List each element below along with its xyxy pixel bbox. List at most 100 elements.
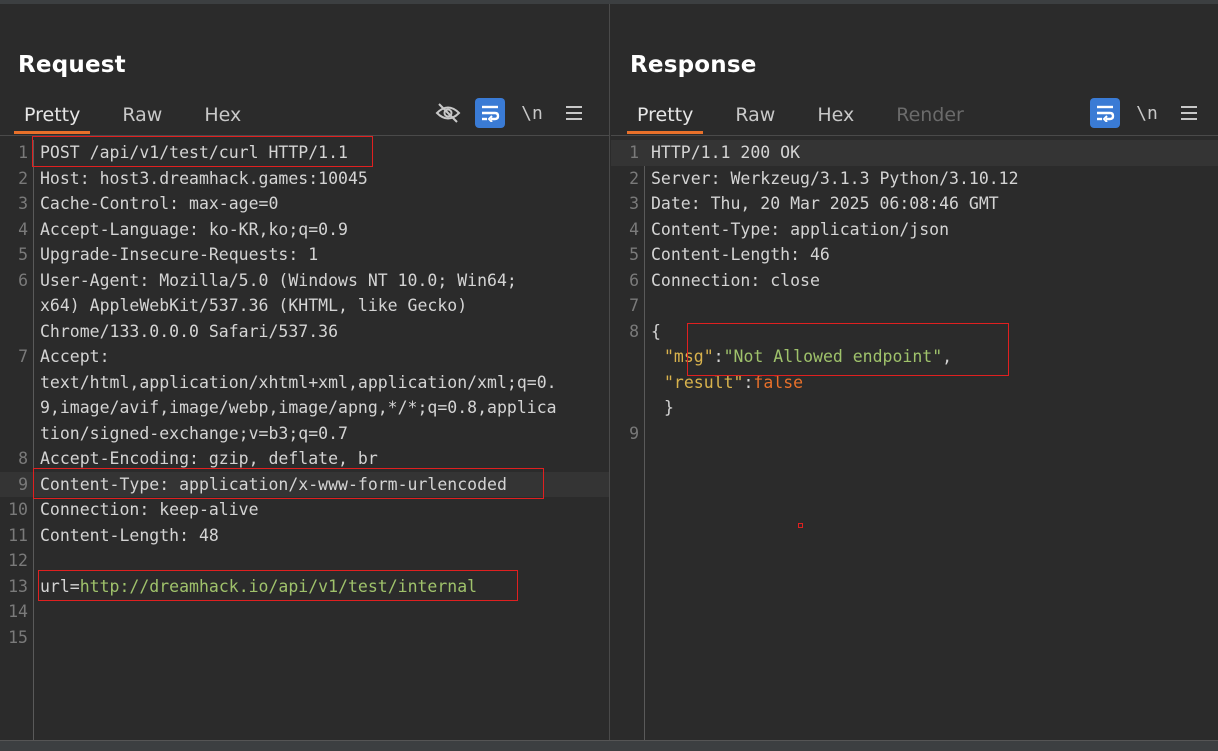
line-text: HTTP/1.1 200 OK xyxy=(651,143,801,162)
line-text: Chrome/133.0.0.0 Safari/537.36 xyxy=(40,321,339,341)
param-name: url= xyxy=(40,576,80,596)
code-line: text/html,application/xhtml+xml,applicat… xyxy=(0,370,609,396)
line-text: Date: Thu, 20 Mar 2025 06:08:46 GMT xyxy=(651,194,999,213)
eye-slash-icon[interactable] xyxy=(433,98,463,128)
line-text: "msg":"Not Allowed endpoint", xyxy=(664,344,952,370)
code-line: 3 Date: Thu, 20 Mar 2025 06:08:46 GMT xyxy=(611,191,1218,217)
line-number: 3 xyxy=(629,194,639,213)
json-key: "result" xyxy=(664,372,744,392)
response-title: Response xyxy=(630,52,757,78)
line-text: tion/signed-exchange;v=b3;q=0.7 xyxy=(40,423,348,443)
code-line: 7 Accept: xyxy=(0,344,609,370)
line-number: 8 xyxy=(629,321,639,341)
request-pane: Request Pretty Raw Hex \n 1 POST /api/v1/… xyxy=(0,4,610,741)
tab-raw[interactable]: Raw xyxy=(725,102,785,132)
tab-hex[interactable]: Hex xyxy=(807,102,864,132)
tab-pretty[interactable]: Pretty xyxy=(627,102,704,134)
line-text: Connection: keep-alive xyxy=(40,500,259,519)
request-tabs: Pretty Raw Hex xyxy=(14,102,273,134)
code-line: 3 Cache-Control: max-age=0 xyxy=(0,191,609,217)
code-line: 7 xyxy=(611,293,1218,319)
code-line: Chrome/133.0.0.0 Safari/537.36 xyxy=(0,319,609,345)
code-line: "msg":"Not Allowed endpoint", xyxy=(611,344,1218,370)
code-line: 10 Connection: keep-alive xyxy=(0,497,609,523)
code-line: 4 Content-Type: application/json xyxy=(611,217,1218,243)
code-line: 5 Upgrade-Insecure-Requests: 1 xyxy=(0,242,609,268)
code-line: 11 Content-Length: 48 xyxy=(0,523,609,549)
line-number: 15 xyxy=(8,627,28,647)
line-number: 3 xyxy=(18,194,28,213)
wrap-icon[interactable] xyxy=(1090,98,1120,128)
code-line: 6 User-Agent: Mozilla/5.0 (Windows NT 10.… xyxy=(0,268,609,294)
line-text: Accept: xyxy=(40,347,110,366)
line-number: 2 xyxy=(629,168,639,188)
menu-icon[interactable] xyxy=(559,98,589,128)
line-number: 10 xyxy=(8,500,28,519)
code-line: 6 Connection: close xyxy=(611,268,1218,294)
line-text: "result":false xyxy=(664,370,803,396)
line-number: 13 xyxy=(8,576,28,596)
code-line: 15 xyxy=(0,625,609,651)
code-line: 9 Content-Type: application/x-www-form-ur… xyxy=(0,471,609,497)
tab-raw[interactable]: Raw xyxy=(112,102,172,132)
tab-pretty[interactable]: Pretty xyxy=(14,102,91,134)
tab-render[interactable]: Render xyxy=(886,102,974,132)
line-number: 4 xyxy=(629,219,639,239)
menu-icon[interactable] xyxy=(1174,98,1204,128)
line-number: 8 xyxy=(18,449,28,468)
line-text: Server: Werkzeug/3.1.3 Python/3.10.12 xyxy=(651,168,1019,188)
line-number: 9 xyxy=(18,474,28,494)
line-text: User-Agent: Mozilla/5.0 (Windows NT 10.0… xyxy=(40,270,517,290)
line-number: 7 xyxy=(629,296,639,315)
tab-hex[interactable]: Hex xyxy=(194,102,251,132)
response-tab-divider xyxy=(611,135,1218,136)
line-text: 9,image/avif,image/webp,image/apng,*/*;q… xyxy=(40,398,557,417)
line-text: Host: host3.dreamhack.games:10045 xyxy=(40,168,368,188)
line-number: 4 xyxy=(18,219,28,239)
line-number: 12 xyxy=(8,551,28,570)
code-line: tion/signed-exchange;v=b3;q=0.7 xyxy=(0,421,609,447)
code-line: x64) AppleWebKit/537.36 (KHTML, like Gec… xyxy=(0,293,609,319)
line-number: 14 xyxy=(8,602,28,621)
line-text: Content-Type: application/json xyxy=(651,219,950,239)
line-number: 7 xyxy=(18,347,28,366)
code-line: } xyxy=(611,395,1218,421)
json-value: false xyxy=(753,372,804,392)
line-number: 9 xyxy=(629,423,639,443)
json-colon: : xyxy=(743,372,754,392)
line-text: POST /api/v1/test/curl HTTP/1.1 xyxy=(40,143,348,162)
code-line: 1 POST /api/v1/test/curl HTTP/1.1 xyxy=(0,140,609,166)
response-pane: Response Pretty Raw Hex Render \n 1 HTTP/… xyxy=(611,4,1218,741)
line-text: Accept-Encoding: gzip, deflate, br xyxy=(40,449,378,468)
response-code: 1 HTTP/1.1 200 OK 2 Server: Werkzeug/3.1.3 … xyxy=(611,140,1218,446)
line-text: text/html,application/xhtml+xml,applicat… xyxy=(40,372,557,392)
line-number: 1 xyxy=(629,143,639,162)
newline-icon[interactable]: \n xyxy=(1132,98,1162,128)
response-toolbar: \n xyxy=(1078,98,1204,128)
json-comma: , xyxy=(942,347,953,366)
code-line: 9 xyxy=(611,421,1218,447)
json-value: "Not Allowed endpoint" xyxy=(723,347,943,366)
newline-icon[interactable]: \n xyxy=(517,98,547,128)
code-line: 4 Accept-Language: ko-KR,ko;q=0.9 xyxy=(0,217,609,243)
request-tab-divider xyxy=(0,135,609,136)
line-text: { xyxy=(651,321,661,341)
line-number: 2 xyxy=(18,168,28,188)
line-text: url=http://dreamhack.io/api/v1/test/inte… xyxy=(40,574,477,600)
window-bottom-border xyxy=(0,740,1218,751)
code-line: 2 Host: host3.dreamhack.games:10045 xyxy=(0,166,609,192)
code-line: 5 Content-Length: 46 xyxy=(611,242,1218,268)
line-number: 5 xyxy=(18,245,28,264)
wrap-icon[interactable] xyxy=(475,98,505,128)
code-line: 2 Server: Werkzeug/3.1.3 Python/3.10.12 xyxy=(611,166,1218,192)
code-line: 8{ xyxy=(611,319,1218,345)
line-text: Content-Length: 48 xyxy=(40,525,219,545)
line-text: Cache-Control: max-age=0 xyxy=(40,194,279,213)
code-line: "result":false xyxy=(611,370,1218,396)
line-number: 6 xyxy=(18,270,28,290)
response-editor[interactable]: 1 HTTP/1.1 200 OK 2 Server: Werkzeug/3.1.3 … xyxy=(611,140,1218,741)
line-text: Connection: close xyxy=(651,270,820,290)
json-key: "msg" xyxy=(664,347,714,366)
request-editor[interactable]: 1 POST /api/v1/test/curl HTTP/1.1 2 Host: h… xyxy=(0,140,609,741)
line-number: 11 xyxy=(8,525,28,545)
